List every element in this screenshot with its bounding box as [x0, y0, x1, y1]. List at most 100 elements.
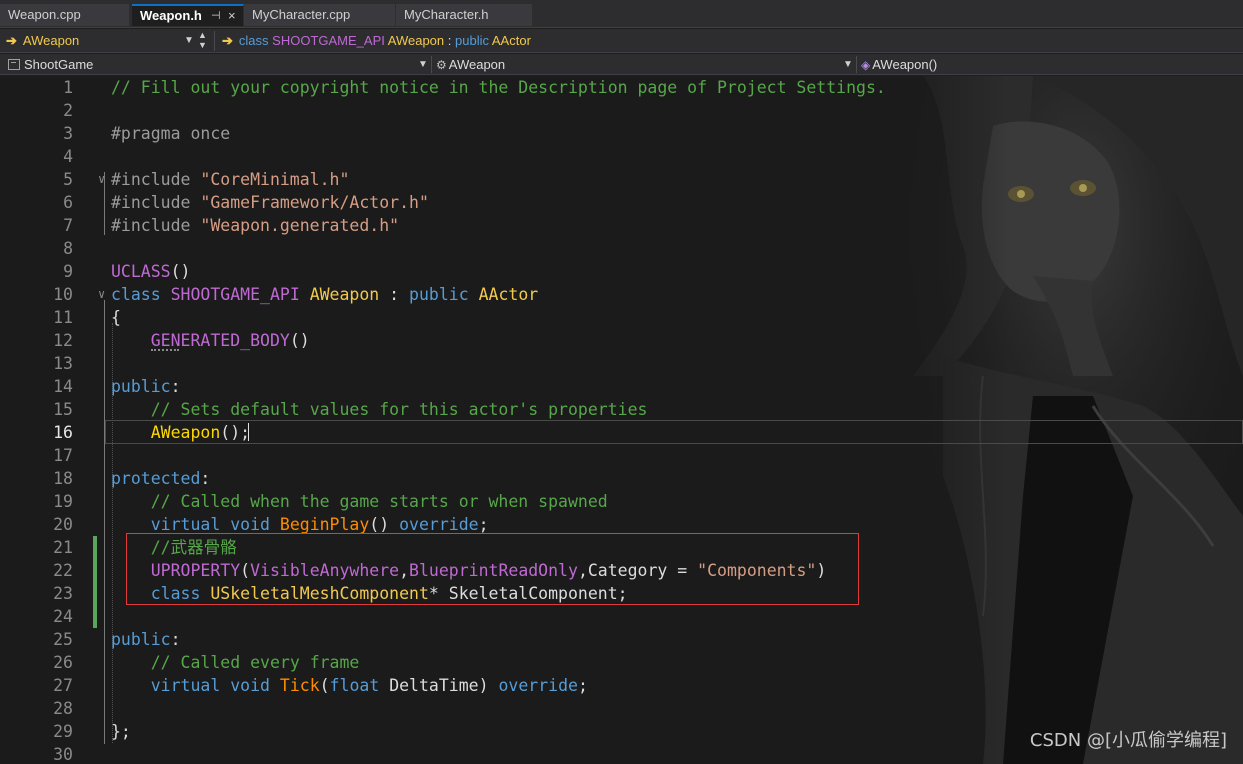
member-dropdown[interactable]: ◈ AWeapon() [857, 55, 1243, 74]
line-number: 27 [53, 676, 73, 695]
code-token: : [170, 630, 181, 649]
spin-up-icon[interactable]: ▲ [198, 30, 212, 40]
line-number: 12 [53, 331, 73, 350]
code-line[interactable]: 9 UCLASS() [0, 260, 1243, 283]
navigation-bar: ➔ AWeapon ▼ ▲ ▼ ➔ class SHOOTGAME_API AWea… [0, 29, 1243, 53]
code-text: #pragma once [111, 122, 230, 145]
code-token: : [170, 377, 181, 396]
code-text: #include "CoreMinimal.h" [111, 168, 349, 191]
code-token: Tick [279, 676, 320, 695]
code-token: : [389, 285, 410, 304]
code-text: public: [111, 375, 181, 398]
code-token: #include [111, 170, 201, 189]
code-token: override [498, 676, 578, 695]
code-token: "CoreMinimal.h" [200, 170, 350, 189]
code-line[interactable]: 4 [0, 145, 1243, 168]
code-token: "GameFramework/Actor.h" [200, 193, 429, 212]
line-number: 19 [53, 492, 73, 511]
code-token: class [111, 285, 171, 304]
code-line[interactable]: 11 { [0, 306, 1243, 329]
code-token: virtual void [150, 676, 280, 695]
code-line[interactable]: 8 [0, 237, 1243, 260]
line-number: 28 [53, 699, 73, 718]
breadcrumb[interactable]: ➔ class SHOOTGAME_API AWeapon : public AA… [216, 30, 816, 52]
code-line[interactable]: 27 virtual void Tick(float DeltaTime) ov… [0, 674, 1243, 697]
code-line[interactable]: 16 AWeapon(); [0, 421, 1243, 444]
highlight-annotation-box [126, 533, 859, 605]
line-number: 2 [63, 101, 73, 120]
tab-mycharacter-cpp[interactable]: MyCharacter.cpp [244, 4, 396, 26]
code-text: // Fill out your copyright notice in the… [111, 76, 886, 99]
line-number: 17 [53, 446, 73, 465]
code-text: public: [111, 628, 181, 651]
code-token: UCLASS [111, 262, 171, 281]
code-line[interactable]: 25 public: [0, 628, 1243, 651]
line-number: 16 [53, 423, 73, 442]
line-number: 24 [53, 607, 73, 626]
tab-weapon-cpp[interactable]: Weapon.cpp [0, 4, 130, 26]
code-line[interactable]: 19 // Called when the game starts or whe… [0, 490, 1243, 513]
code-line[interactable]: 2 [0, 99, 1243, 122]
code-line[interactable]: 1 // Fill out your copyright notice in th… [0, 76, 1243, 99]
code-line[interactable]: 12 GENERATED_BODY() [0, 329, 1243, 352]
code-line[interactable]: 26 // Called every frame [0, 651, 1243, 674]
code-text: protected: [111, 467, 210, 490]
code-token: #pragma once [111, 124, 231, 143]
code-editor[interactable]: 1 // Fill out your copyright notice in th… [0, 76, 1243, 764]
code-line[interactable]: 3 #pragma once [0, 122, 1243, 145]
code-token: BeginPlay [279, 515, 370, 534]
code-text: // Called every frame [111, 651, 360, 674]
class-dropdown[interactable]: ⚙ AWeapon ▼ [432, 55, 855, 74]
line-number: 30 [53, 745, 73, 764]
scope-dropdown[interactable]: ➔ AWeapon ▼ [0, 30, 196, 52]
code-token: }; [111, 722, 131, 741]
fold-toggle-icon[interactable]: ∨ [98, 283, 105, 306]
chevron-down-icon: ▼ [184, 35, 194, 46]
line-number: 25 [53, 630, 73, 649]
code-token: AActor [478, 285, 539, 304]
code-line[interactable]: 15 // Sets default values for this actor… [0, 398, 1243, 421]
code-line[interactable]: 13 [0, 352, 1243, 375]
line-number: 13 [53, 354, 73, 373]
line-number: 3 [63, 124, 73, 143]
line-number: 15 [53, 400, 73, 419]
code-text: // Called when the game starts or when s… [111, 490, 608, 513]
code-token: #include [111, 216, 201, 235]
class-dropdown-value: AWeapon [448, 57, 506, 72]
toolbar-divider [214, 31, 215, 51]
code-line[interactable]: 28 [0, 697, 1243, 720]
line-number: 8 [63, 239, 73, 258]
line-number: 7 [63, 216, 73, 235]
spin-buttons[interactable]: ▲ ▼ [198, 30, 212, 52]
text-cursor [248, 423, 249, 441]
breadcrumb-api: SHOOTGAME_API [272, 33, 385, 48]
line-number: 4 [63, 147, 73, 166]
code-text: virtual void Tick(float DeltaTime) overr… [111, 674, 588, 697]
code-line[interactable]: 18 protected: [0, 467, 1243, 490]
code-token: ; [478, 515, 489, 534]
tab-label: MyCharacter.cpp [252, 7, 351, 22]
code-line[interactable]: 5 ∨ #include "CoreMinimal.h" [0, 168, 1243, 191]
code-token: float [329, 676, 390, 695]
close-icon[interactable]: × [228, 6, 236, 26]
code-text: #include "GameFramework/Actor.h" [111, 191, 429, 214]
spin-down-icon[interactable]: ▼ [198, 40, 212, 50]
tab-mycharacter-h[interactable]: MyCharacter.h [396, 4, 533, 26]
pin-icon[interactable]: ⊣ [211, 6, 221, 26]
code-line[interactable]: 24 [0, 605, 1243, 628]
line-number: 10 [53, 285, 73, 304]
code-line[interactable]: 14 public: [0, 375, 1243, 398]
tab-weapon-h[interactable]: Weapon.h ⊣ × [132, 4, 244, 26]
code-line[interactable]: 10 ∨ class SHOOTGAME_API AWeapon : public … [0, 283, 1243, 306]
code-line[interactable]: 17 [0, 444, 1243, 467]
project-dropdown[interactable]: ShootGame ▼ [0, 55, 430, 74]
code-line[interactable]: 7 #include "Weapon.generated.h" [0, 214, 1243, 237]
fold-toggle-icon[interactable]: ∨ [98, 168, 105, 191]
member-dropdown-value: AWeapon() [872, 57, 938, 72]
code-text: GENERATED_BODY() [111, 329, 310, 352]
code-line[interactable]: 6 #include "GameFramework/Actor.h" [0, 191, 1243, 214]
code-token: override [399, 515, 479, 534]
